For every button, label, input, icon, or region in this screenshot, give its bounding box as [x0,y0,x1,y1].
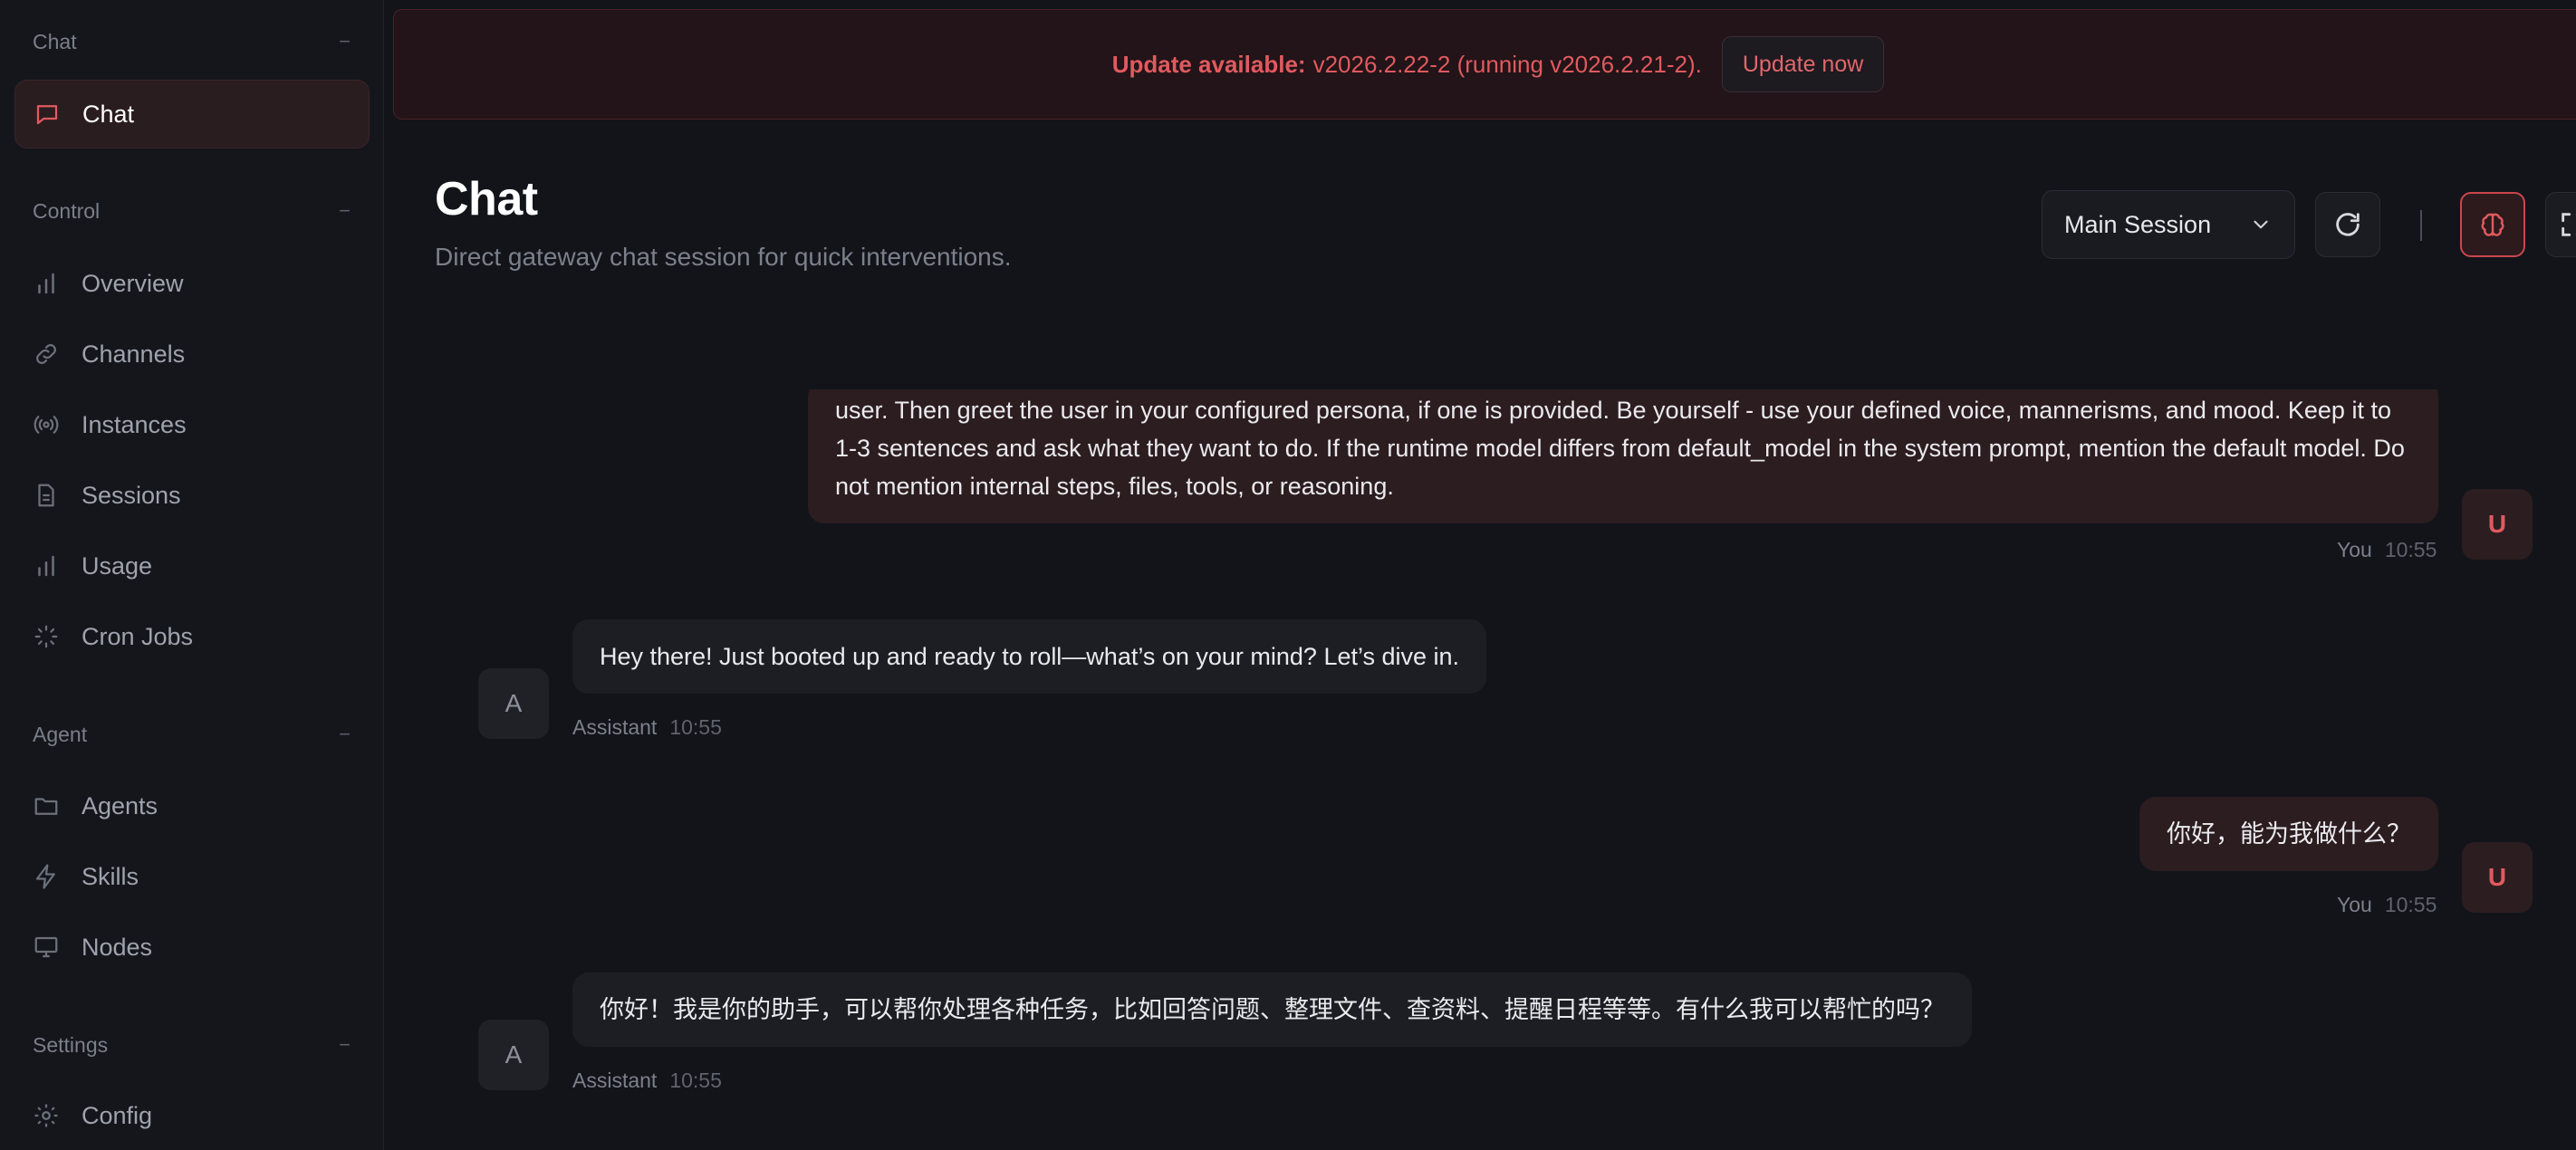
sidebar-item-chat[interactable]: Chat [14,80,370,149]
sidebar-item-label: Instances [82,410,187,438]
document-icon [33,482,60,509]
group-label: Control [33,198,101,223]
update-banner-label: Update available: [1111,50,1306,78]
message-meta: You 10:55 [2337,893,2437,917]
chat-thread[interactable]: user. Then greet the user in your config… [384,389,2576,1150]
monitor-icon [33,934,60,961]
sidebar-item-sessions[interactable]: Sessions [14,461,370,530]
bar-chart-icon [33,270,60,297]
link-icon [33,340,60,368]
sidebar-item-label: Nodes [82,933,153,961]
sidebar-item-label: Agents [82,791,159,819]
thinking-toggle-button[interactable] [2460,192,2525,257]
sidebar: Chat − Chat Control − Overview Channels [0,0,384,1150]
expand-icon [2561,213,2576,236]
group-label: Chat [33,29,77,53]
sidebar-item-overview[interactable]: Overview [14,249,370,318]
message-sender: You [2337,893,2372,916]
app-window: Chat − Chat Control − Overview Channels [0,0,2576,1150]
update-banner-message: v2026.2.22-2 (running v2026.2.21-2). [1312,50,1702,78]
message-sender: Assistant [572,715,658,739]
sidebar-item-label: Channels [82,340,186,368]
group-header-settings[interactable]: Settings − [33,1027,351,1063]
update-banner: Update available: v2026.2.22-2 (running … [393,9,2576,120]
page-title: Chat [435,173,538,225]
sidebar-item-config[interactable]: Config [14,1081,370,1150]
group-header-agent[interactable]: Agent − [33,716,351,752]
sidebar-item-nodes[interactable]: Nodes [14,913,370,982]
assistant-message-bubble: 你好！我是你的助手，可以帮你处理各种任务，比如回答问题、整理文件、查资料、提醒日… [572,973,1972,1047]
brain-icon [2481,213,2504,236]
group-header-control[interactable]: Control − [33,193,351,229]
loader-icon [33,623,60,650]
page-subtitle: Direct gateway chat session for quick in… [435,243,1012,271]
collapse-icon[interactable]: − [339,199,351,223]
sidebar-item-label: Usage [82,551,153,580]
message-time: 10:55 [2384,538,2437,561]
user-avatar: U [2462,842,2533,913]
sidebar-item-skills[interactable]: Skills [14,842,370,911]
message-text: 你好！我是你的助手，可以帮你处理各种任务，比如回答问题、整理文件、查资料、提醒日… [600,996,1945,1023]
message-text: user. Then greet the user in your config… [835,397,2405,500]
gear-icon [33,1102,60,1129]
sidebar-item-instances[interactable]: Instances [14,390,370,459]
sidebar-item-label: Config [82,1101,153,1129]
message-meta: Assistant 10:55 [572,715,722,740]
collapse-icon[interactable]: − [339,723,351,746]
refresh-button[interactable] [2315,192,2380,257]
folder-icon [33,792,60,819]
lightning-icon [33,863,60,890]
sidebar-item-usage[interactable]: Usage [14,532,370,600]
assistant-message-bubble: Hey there! Just booted up and ready to r… [572,619,1487,694]
collapse-icon[interactable]: − [339,1033,351,1057]
sidebar-item-label: Chat [82,100,135,128]
message-time: 10:55 [669,1069,722,1092]
refresh-icon [2336,213,2360,236]
sidebar-item-cron-jobs[interactable]: Cron Jobs [14,602,370,671]
user-message-bubble: 你好，能为我做什么？ [2139,797,2438,871]
sidebar-item-channels[interactable]: Channels [14,320,370,388]
sidebar-item-label: Skills [82,862,139,890]
message-text: 你好，能为我做什么？ [2167,820,2411,848]
group-label: Agent [33,722,88,746]
assistant-avatar: A [478,1020,549,1090]
message-sender: Assistant [572,1069,658,1092]
fullscreen-button[interactable] [2545,192,2576,257]
message-text: Hey there! Just booted up and ready to r… [600,643,1460,670]
sidebar-item-label: Overview [82,269,184,297]
message-time: 10:55 [669,715,722,739]
message-meta: Assistant 10:55 [572,1069,722,1093]
chevron-down-icon [2254,220,2268,229]
main-content: Update available: v2026.2.22-2 (running … [384,0,2576,1150]
update-now-button[interactable]: Update now [1721,36,1885,92]
session-select[interactable]: Main Session [2042,190,2295,259]
chat-bubble-icon [34,101,61,128]
group-label: Settings [33,1032,109,1057]
bar-chart-icon [33,552,60,580]
message-time: 10:55 [2384,893,2437,916]
broadcast-icon [33,411,60,438]
user-message-bubble: user. Then greet the user in your config… [808,389,2438,523]
group-header-chat[interactable]: Chat − [33,24,351,60]
sidebar-item-agents[interactable]: Agents [14,771,370,840]
user-avatar: U [2462,489,2533,560]
toolbar-separator [2420,210,2422,241]
sidebar-item-label: Sessions [82,481,181,509]
message-meta: You 10:55 [2337,538,2437,562]
session-select-value: Main Session [2064,210,2212,238]
sidebar-item-label: Cron Jobs [82,622,194,650]
assistant-avatar: A [478,668,549,739]
collapse-icon[interactable]: − [339,30,351,53]
message-sender: You [2337,538,2372,561]
